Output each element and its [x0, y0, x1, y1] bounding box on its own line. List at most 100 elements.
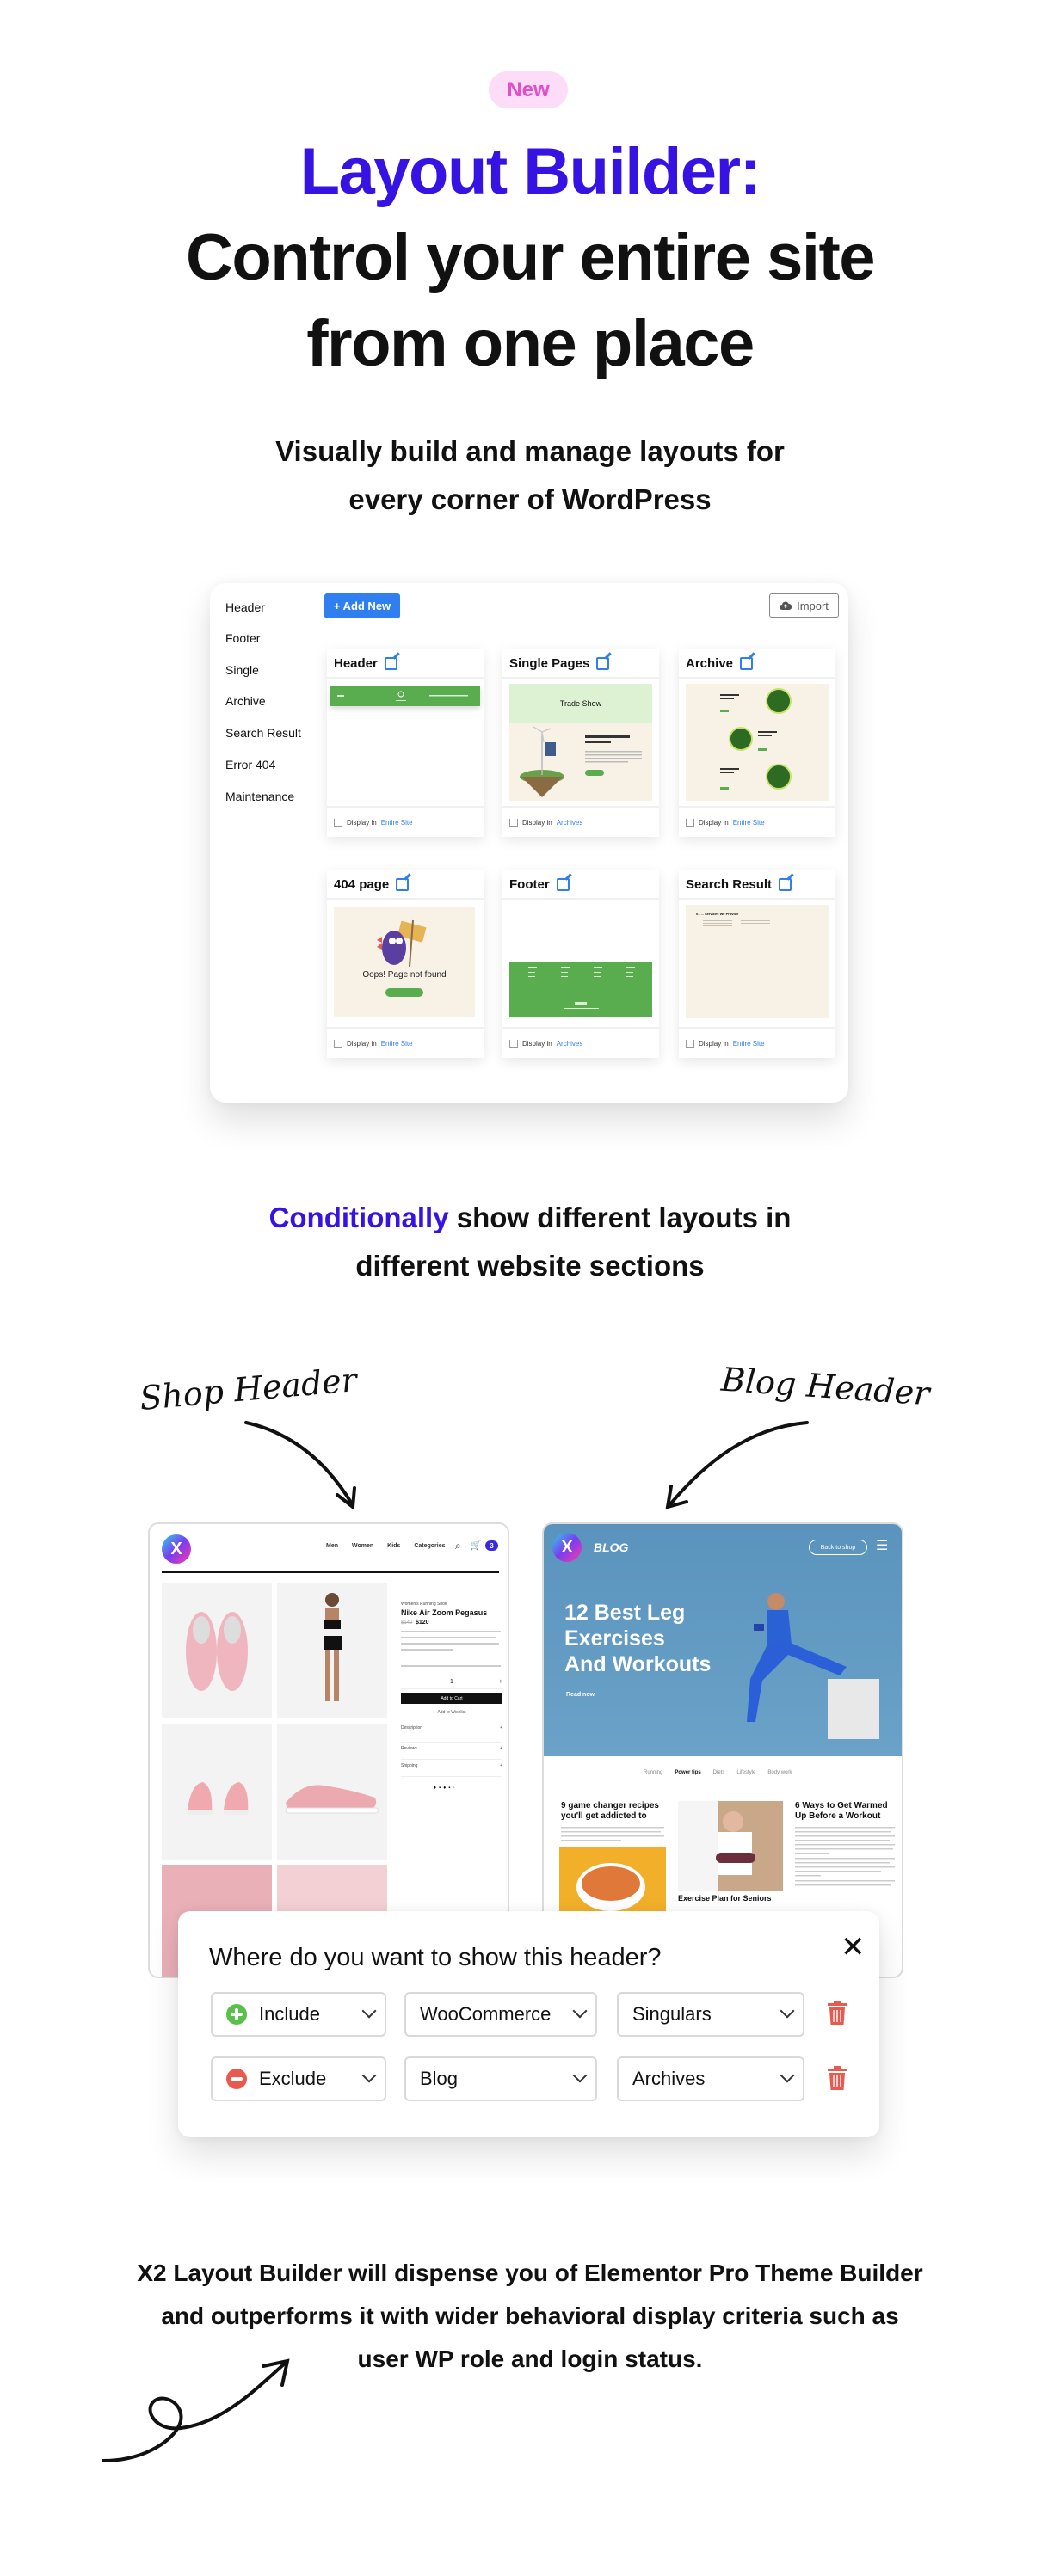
- card-title: Archive: [686, 655, 734, 671]
- source-select[interactable]: WooCommerce: [404, 1992, 597, 2037]
- import-button[interactable]: Import: [769, 593, 839, 618]
- quantity-stepper[interactable]: − 1 +: [401, 1679, 502, 1689]
- display-in-label: Display in: [522, 1039, 552, 1048]
- display-target-link[interactable]: Archives: [557, 1040, 583, 1048]
- layout-card-search-result[interactable]: Search Result 01 ... Services We Provide…: [679, 870, 835, 1058]
- cart-icon[interactable]: 🛒: [470, 1540, 482, 1551]
- back-to-shop-button[interactable]: Back to shop: [809, 1540, 867, 1555]
- product-category: Women's Running Shoe: [401, 1602, 447, 1607]
- blog-logo-text: BLOG: [594, 1540, 629, 1554]
- display-target-link[interactable]: Entire Site: [381, 819, 413, 827]
- athlete-image: [747, 1593, 879, 1739]
- post-2-title[interactable]: Exercise Plan for Seniors: [678, 1894, 772, 1903]
- product-image-3[interactable]: [162, 1724, 272, 1860]
- plus-circle-icon: [226, 2004, 247, 2025]
- product-image-1[interactable]: [162, 1583, 272, 1718]
- x-logo[interactable]: X: [162, 1534, 191, 1564]
- nav-kids[interactable]: Kids: [387, 1543, 400, 1549]
- trash-icon[interactable]: [828, 2066, 847, 2090]
- social-share-icons[interactable]: ♦▪♦▪◦: [434, 1786, 458, 1791]
- close-icon[interactable]: ✕: [841, 1930, 866, 1964]
- edit-icon[interactable]: [596, 656, 610, 670]
- edit-icon[interactable]: [556, 877, 570, 891]
- model-image: [324, 1593, 342, 1701]
- type-select[interactable]: Archives: [617, 2056, 804, 2101]
- plus-button[interactable]: +: [499, 1679, 502, 1688]
- single-page-preview: Trade Show: [509, 684, 652, 801]
- footer-preview: [509, 962, 652, 1017]
- sidebar-item-search-result[interactable]: Search Result: [225, 726, 301, 740]
- chevron-down-icon: [780, 2068, 795, 2083]
- edit-icon[interactable]: [384, 656, 398, 670]
- layout-card-footer[interactable]: Footer Display in Archives: [502, 870, 659, 1058]
- search-icon[interactable]: ⌕: [455, 1540, 461, 1552]
- hero-title-line-3: from one place: [306, 307, 755, 380]
- sidebar-item-footer[interactable]: Footer: [225, 631, 260, 645]
- post-3-title[interactable]: 6 Ways to Get Warmed Up Before a Workout: [795, 1801, 897, 1822]
- chevron-down-icon: [572, 2068, 588, 2083]
- sitemap-icon: [686, 818, 694, 827]
- accordion-shipping[interactable]: Shipping +: [401, 1760, 502, 1777]
- product-image-2[interactable]: [277, 1583, 387, 1718]
- add-new-button[interactable]: + Add New: [324, 593, 400, 618]
- read-now-link[interactable]: Read now: [566, 1692, 595, 1698]
- layout-card-archive[interactable]: Archive Display in Entire Site: [679, 649, 835, 837]
- shop-header-label: Shop Header: [138, 1361, 359, 1417]
- quantity-value: 1: [450, 1679, 453, 1685]
- header-preview: [330, 686, 480, 706]
- sidebar-item-single[interactable]: Single: [225, 663, 259, 677]
- nav-women[interactable]: Women: [352, 1543, 373, 1549]
- layout-card-header[interactable]: Header Display in Entire Site: [327, 649, 484, 837]
- layout-card-404[interactable]: 404 page Oops! Page not found Display in…: [327, 870, 484, 1058]
- tab-running[interactable]: Running: [644, 1770, 662, 1775]
- modal-title: Where do you want to show this header?: [209, 1944, 662, 1971]
- card-title: Header: [334, 655, 378, 671]
- search-preview-lines: [703, 920, 770, 926]
- nav-categories[interactable]: Categories: [414, 1543, 445, 1549]
- add-to-cart-button[interactable]: Add to Cart: [401, 1693, 502, 1704]
- source-select[interactable]: Blog: [404, 2056, 597, 2101]
- display-target-link[interactable]: Entire Site: [733, 1040, 765, 1048]
- conditional-highlight: Conditionally: [268, 1202, 449, 1233]
- tab-diets[interactable]: Diets: [713, 1770, 725, 1775]
- sidebar-item-error-404[interactable]: Error 404: [225, 758, 275, 772]
- type-select[interactable]: Singulars: [617, 1992, 804, 2037]
- post-1-title[interactable]: 9 game changer recipes you'll get addict…: [561, 1801, 668, 1822]
- display-target-link[interactable]: Entire Site: [381, 1040, 413, 1048]
- tab-body-work[interactable]: Body work: [767, 1770, 792, 1775]
- post-2-image[interactable]: [678, 1801, 783, 1891]
- edit-icon[interactable]: [779, 877, 792, 891]
- accordion-description[interactable]: Description +: [401, 1725, 502, 1743]
- layout-sidebar: Header Footer Single Archive Search Resu…: [210, 583, 311, 1103]
- nav-men[interactable]: Men: [326, 1543, 338, 1549]
- arrow-to-shop-icon: [244, 1421, 356, 1510]
- old-price: $140: [401, 1620, 413, 1626]
- accordion-reviews[interactable]: Reviews +: [401, 1743, 502, 1760]
- post-1-image[interactable]: [559, 1847, 666, 1916]
- include-exclude-select[interactable]: Include: [211, 1992, 386, 2037]
- edit-icon[interactable]: [396, 877, 410, 891]
- tab-lifestyle[interactable]: Lifestyle: [736, 1770, 755, 1775]
- hamburger-menu-icon[interactable]: ☰: [876, 1540, 888, 1553]
- hero-subtitle-line-1: Visually build and manage layouts for: [275, 435, 785, 467]
- include-exclude-select[interactable]: Exclude: [211, 2056, 386, 2101]
- chevron-down-icon: [572, 2003, 588, 2019]
- x-logo[interactable]: X: [552, 1533, 582, 1562]
- sidebar-item-archive[interactable]: Archive: [225, 694, 266, 708]
- tab-power-tips[interactable]: Power tips: [675, 1770, 700, 1775]
- hero-title-highlight: Layout Builder:: [299, 135, 761, 208]
- display-target-link[interactable]: Archives: [557, 819, 583, 827]
- display-target-link[interactable]: Entire Site: [733, 819, 765, 827]
- sidebar-item-maintenance[interactable]: Maintenance: [225, 790, 294, 803]
- post-1-excerpt: [561, 1827, 664, 1841]
- sidebar-item-header[interactable]: Header: [225, 600, 265, 614]
- display-in-label: Display in: [347, 1039, 377, 1048]
- trash-icon[interactable]: [828, 2001, 847, 2025]
- add-to-wishlist-link[interactable]: Add to Wishlist: [401, 1710, 502, 1715]
- closing-line-2: and outperforms it with wider behavioral…: [161, 2302, 899, 2329]
- edit-icon[interactable]: [740, 656, 754, 670]
- import-label: Import: [797, 599, 829, 612]
- layout-card-single-pages[interactable]: Single Pages Trade Show Display in Archiv…: [502, 649, 659, 837]
- product-image-4[interactable]: [277, 1724, 387, 1860]
- minus-button[interactable]: −: [401, 1679, 404, 1688]
